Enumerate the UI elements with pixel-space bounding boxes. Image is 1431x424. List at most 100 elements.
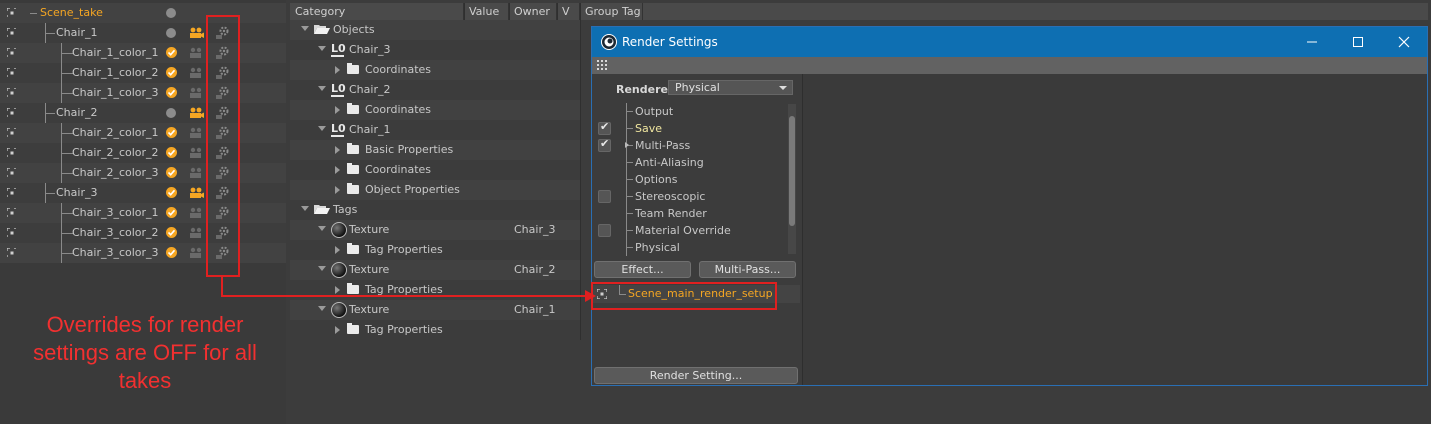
column-group-tag[interactable]: Group Tag: [580, 3, 643, 20]
select-frame-icon[interactable]: [7, 188, 16, 197]
column-value[interactable]: Value: [464, 3, 509, 20]
render-setting-item[interactable]: Save: [592, 120, 786, 137]
take-row[interactable]: Chair_1_color_2: [0, 63, 286, 83]
override-row[interactable]: Texture Chair_2: [290, 260, 580, 280]
override-row[interactable]: Object Properties: [290, 180, 580, 200]
select-frame-icon[interactable]: [7, 28, 16, 37]
take-check-icon[interactable]: [166, 147, 177, 158]
take-row[interactable]: Chair_3_color_3: [0, 243, 286, 263]
expand-arrow-icon[interactable]: [318, 266, 326, 271]
camera-inactive-icon[interactable]: [189, 47, 205, 59]
take-row[interactable]: Chair_2_color_1: [0, 123, 286, 143]
override-row[interactable]: Texture Chair_3: [290, 220, 580, 240]
take-status-dot-icon[interactable]: [166, 28, 176, 38]
select-frame-icon[interactable]: [7, 148, 16, 157]
render-setting-item[interactable]: Output: [592, 103, 786, 120]
take-check-icon[interactable]: [166, 87, 177, 98]
select-frame-icon[interactable]: [7, 208, 16, 217]
render-setting-item[interactable]: Options: [592, 171, 786, 188]
camera-inactive-icon[interactable]: [189, 147, 205, 159]
camera-icon[interactable]: [189, 107, 205, 119]
column-v[interactable]: V: [557, 3, 580, 20]
multipass-button[interactable]: Multi-Pass...: [699, 261, 796, 278]
minimize-button[interactable]: [1289, 27, 1335, 57]
camera-inactive-icon[interactable]: [189, 127, 205, 139]
render-setting-item[interactable]: Team Render: [592, 205, 786, 222]
take-check-icon[interactable]: [166, 67, 177, 78]
camera-inactive-icon[interactable]: [189, 67, 205, 79]
scrollbar-thumb[interactable]: [789, 116, 795, 226]
enable-checkbox[interactable]: [598, 190, 611, 203]
take-check-icon[interactable]: [166, 187, 177, 198]
take-check-icon[interactable]: [166, 207, 177, 218]
render-setting-item[interactable]: Multi-Pass: [592, 137, 786, 154]
column-category[interactable]: Category: [290, 3, 464, 20]
override-row[interactable]: Tag Properties: [290, 280, 580, 300]
take-check-icon[interactable]: [166, 167, 177, 178]
override-row[interactable]: Coordinates: [290, 100, 580, 120]
camera-inactive-icon[interactable]: [189, 167, 205, 179]
take-check-icon[interactable]: [166, 47, 177, 58]
expand-arrow-icon[interactable]: [335, 146, 340, 154]
take-row[interactable]: Chair_1_color_3: [0, 83, 286, 103]
override-row[interactable]: Coordinates: [290, 160, 580, 180]
expand-arrow-icon[interactable]: [318, 306, 326, 311]
take-row[interactable]: Chair_2_color_3: [0, 163, 286, 183]
expand-arrow-icon[interactable]: [318, 86, 326, 91]
expand-arrow-icon[interactable]: [318, 226, 326, 231]
take-check-icon[interactable]: [166, 127, 177, 138]
select-frame-icon[interactable]: [7, 168, 16, 177]
override-row[interactable]: L0 Chair_2: [290, 80, 580, 100]
render-setting-item[interactable]: Physical: [592, 239, 786, 256]
override-row[interactable]: Tag Properties: [290, 240, 580, 260]
expand-arrow-icon[interactable]: [335, 186, 340, 194]
render-settings-titlebar[interactable]: Render Settings: [592, 27, 1427, 57]
render-setting-item[interactable]: Material Override: [592, 222, 786, 239]
enable-checkbox[interactable]: [598, 137, 611, 152]
camera-inactive-icon[interactable]: [189, 247, 205, 259]
expand-arrow-icon[interactable]: [335, 66, 340, 74]
camera-inactive-icon[interactable]: [189, 207, 205, 219]
maximize-button[interactable]: [1335, 27, 1381, 57]
override-row[interactable]: Texture Chair_1: [290, 300, 580, 320]
expand-arrow-icon[interactable]: [335, 286, 340, 294]
select-frame-icon[interactable]: [7, 88, 16, 97]
take-check-icon[interactable]: [166, 247, 177, 258]
take-row[interactable]: Chair_3: [0, 183, 286, 203]
expand-arrow-icon[interactable]: [335, 166, 340, 174]
take-row[interactable]: Chair_2: [0, 103, 286, 123]
render-setting-item[interactable]: Stereoscopic: [592, 188, 786, 205]
column-owner[interactable]: Owner: [509, 3, 557, 20]
enable-checkbox[interactable]: [598, 120, 611, 135]
select-frame-icon[interactable]: [7, 8, 16, 17]
render-setting-button[interactable]: Render Setting...: [594, 367, 798, 384]
take-row[interactable]: Chair_1: [0, 23, 286, 43]
select-frame-icon[interactable]: [7, 108, 16, 117]
render-setting-item[interactable]: Anti-Aliasing: [592, 154, 786, 171]
enable-checkbox[interactable]: [598, 224, 611, 237]
expand-arrow-icon[interactable]: [301, 206, 309, 211]
camera-inactive-icon[interactable]: [189, 227, 205, 239]
take-status-dot-icon[interactable]: [166, 108, 176, 118]
select-frame-icon[interactable]: [7, 48, 16, 57]
override-row[interactable]: Basic Properties: [290, 140, 580, 160]
expand-arrow-icon[interactable]: [301, 26, 309, 31]
settings-scrollbar[interactable]: [788, 104, 796, 254]
expand-arrow-icon[interactable]: [335, 326, 340, 334]
select-frame-icon[interactable]: [7, 68, 16, 77]
take-check-icon[interactable]: [166, 227, 177, 238]
select-frame-icon[interactable]: [7, 228, 16, 237]
override-row[interactable]: Coordinates: [290, 60, 580, 80]
effect-button[interactable]: Effect...: [594, 261, 691, 278]
override-row[interactable]: L0 Chair_1: [290, 120, 580, 140]
expand-arrow-icon[interactable]: [318, 126, 326, 131]
take-row[interactable]: Chair_3_color_1: [0, 203, 286, 223]
select-frame-icon[interactable]: [7, 128, 16, 137]
override-row[interactable]: Objects: [290, 20, 580, 40]
select-frame-icon[interactable]: [7, 248, 16, 257]
window-grip-bar[interactable]: [592, 57, 1427, 74]
camera-inactive-icon[interactable]: [189, 87, 205, 99]
expand-arrow-icon[interactable]: [625, 142, 629, 148]
take-row[interactable]: Chair_2_color_2: [0, 143, 286, 163]
override-row[interactable]: L0 Chair_3: [290, 40, 580, 60]
